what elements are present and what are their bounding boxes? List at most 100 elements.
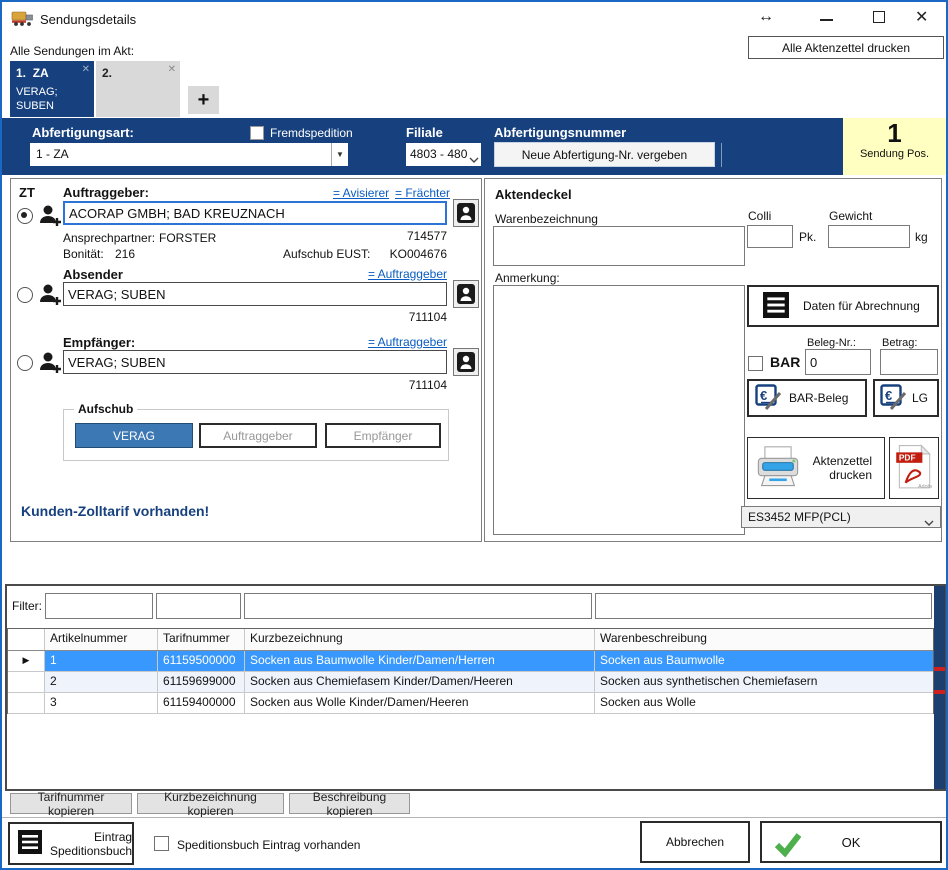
aufschub-empfaenger-button[interactable]: Empfänger — [325, 423, 441, 448]
person-add-icon[interactable] — [37, 281, 63, 312]
header-kurzbezeichnung[interactable]: Kurzbezeichnung — [245, 629, 595, 650]
table-header-row: Artikelnummer Tarifnummer Kurzbezeichnun… — [8, 629, 933, 651]
lg-button[interactable]: € LG — [873, 379, 939, 417]
ansprechpartner-value: FORSTER — [159, 231, 216, 245]
cell-warenbeschreibung[interactable]: Socken aus synthetischen Chemiefasern — [595, 672, 933, 692]
absender-input[interactable] — [63, 282, 447, 306]
svg-text:€: € — [885, 388, 892, 403]
printer-select[interactable]: ES3452 MFP(PCL) — [741, 506, 941, 528]
filter-input-artikelnummer[interactable] — [45, 593, 153, 619]
cell-tarifnummer[interactable]: 61159400000 — [158, 693, 245, 713]
app-truck-icon — [11, 9, 35, 32]
minimize-icon[interactable] — [820, 19, 833, 21]
artikel-grid: Artikelnummer Tarifnummer Kurzbezeichnun… — [7, 628, 934, 714]
bar-beleg-button[interactable]: € BAR-Beleg — [747, 379, 867, 417]
sendungsdetails-window: Sendungsdetails ↔ ✕ Alle Sendungen im Ak… — [0, 0, 948, 870]
neue-abfertigung-nr-button[interactable]: Neue Abfertigung-Nr. vergeben — [494, 142, 715, 167]
gewicht-input[interactable] — [828, 225, 910, 248]
table-scrollbar[interactable] — [934, 586, 945, 789]
print-all-aktenzettel-button[interactable]: Alle Aktenzettel drucken — [748, 36, 944, 59]
filter-input-tarifnummer[interactable] — [156, 593, 241, 619]
shipment-tab-1[interactable]: 1. ZA ✕ VERAG; SUBEN — [10, 61, 94, 117]
tab1-number: 1. — [16, 66, 26, 80]
header-warenbeschreibung[interactable]: Warenbeschreibung — [595, 629, 933, 650]
parties-panel: ZT Auftraggeber: = Avisierer = Frächter … — [10, 178, 482, 542]
table-row[interactable]: 2 61159699000 Socken aus Chemiefasem Kin… — [8, 672, 933, 693]
tab1-line3: SUBEN — [16, 100, 54, 112]
aufschub-verag-button[interactable]: VERAG — [75, 423, 193, 448]
table-row[interactable]: 3 61159400000 Socken aus Wolle Kinder/Da… — [8, 693, 933, 714]
filter-input-warenbeschreibung[interactable] — [595, 593, 932, 619]
cancel-button[interactable]: Abbrechen — [640, 821, 750, 863]
cell-warenbeschreibung[interactable]: Socken aus Baumwolle — [595, 651, 933, 671]
tab-close-icon[interactable]: ✕ — [168, 64, 176, 75]
dropdown-arrow-icon[interactable]: ▼ — [331, 143, 348, 166]
ok-button[interactable]: OK — [760, 821, 942, 863]
speditionsbuch-checkbox[interactable] — [154, 836, 169, 851]
cell-warenbeschreibung[interactable]: Socken aus Wolle — [595, 693, 933, 713]
auftraggeber-label: Auftraggeber: — [63, 185, 149, 200]
add-tab-button[interactable]: + — [188, 86, 219, 114]
filiale-select[interactable]: 4803 - 480 — [406, 143, 481, 166]
betrag-input[interactable] — [880, 349, 938, 375]
colli-input[interactable] — [747, 225, 793, 248]
person-add-icon[interactable] — [37, 202, 63, 233]
anmerkung-textarea[interactable] — [493, 285, 745, 535]
empfaenger-radio[interactable] — [17, 355, 33, 371]
close-icon[interactable]: ✕ — [915, 7, 928, 27]
tab-close-icon[interactable]: ✕ — [82, 64, 90, 75]
sendung-pos-label: Sendung Pos. — [843, 148, 946, 160]
shipment-tab-2[interactable]: 2. ✕ — [96, 61, 180, 117]
contacts-icon[interactable] — [453, 280, 479, 308]
absender-radio[interactable] — [17, 287, 33, 303]
absender-auftraggeber-link[interactable]: = Auftraggeber — [363, 267, 447, 281]
abfertigungsnummer-label: Abfertigungsnummer — [494, 125, 626, 140]
aktenzettel-drucken-button[interactable]: Aktenzettel drucken — [747, 437, 885, 499]
pdf-export-button[interactable]: PDF Adobe — [889, 437, 939, 499]
bar-checkbox[interactable] — [748, 356, 763, 371]
cell-artikelnummer[interactable]: 1 — [45, 651, 158, 671]
empfaenger-input[interactable] — [63, 350, 447, 374]
tarifnummer-kopieren-button[interactable]: Tarifnummer kopieren — [10, 793, 132, 814]
aufschub-auftraggeber-button[interactable]: Auftraggeber — [199, 423, 317, 448]
contacts-icon[interactable] — [453, 348, 479, 376]
artikel-table-section: Filter: Artikelnummer Tarifnummer Kurzbe… — [5, 584, 947, 791]
beschreibung-kopieren-button[interactable]: Beschreibung kopieren — [289, 793, 410, 814]
cell-artikelnummer[interactable]: 2 — [45, 672, 158, 692]
chevron-down-icon — [467, 151, 479, 166]
resize-horizontal-icon[interactable]: ↔ — [758, 8, 774, 26]
header-tarifnummer[interactable]: Tarifnummer — [158, 629, 245, 650]
contacts-icon[interactable] — [453, 199, 479, 227]
cell-kurzbezeichnung[interactable]: Socken aus Chemiefasem Kinder/Damen/Heer… — [245, 672, 595, 692]
table-row[interactable]: ▶ 1 61159500000 Socken aus Baumwolle Kin… — [8, 651, 933, 672]
auftraggeber-input[interactable] — [63, 201, 447, 225]
kg-label: kg — [915, 230, 928, 244]
avisierer-link[interactable]: = Avisierer — [333, 186, 389, 200]
warenbezeichnung-textarea[interactable] — [493, 226, 745, 266]
maximize-icon[interactable] — [873, 11, 885, 23]
cell-tarifnummer[interactable]: 61159500000 — [158, 651, 245, 671]
cell-tarifnummer[interactable]: 61159699000 — [158, 672, 245, 692]
ansprechpartner-label: Ansprechpartner: — [63, 231, 155, 245]
printer-select-value: ES3452 MFP(PCL) — [748, 510, 851, 524]
kurzbezeichnung-kopieren-button[interactable]: Kurzbezeichnung kopieren — [137, 793, 284, 814]
cell-kurzbezeichnung[interactable]: Socken aus Baumwolle Kinder/Damen/Herren — [245, 651, 595, 671]
aufschub-eust-value: KO004676 — [377, 247, 447, 261]
beleg-nr-input[interactable] — [805, 349, 871, 375]
daten-fuer-abrechnung-button[interactable]: Daten für Abrechnung — [747, 285, 939, 327]
scrollbar-mark — [934, 690, 945, 694]
kunden-zolltarif-note: Kunden-Zolltarif vorhanden! — [21, 503, 209, 519]
empfaenger-auftraggeber-link[interactable]: = Auftraggeber — [363, 335, 447, 349]
filter-input-kurzbezeichnung[interactable] — [244, 593, 592, 619]
person-add-icon[interactable] — [37, 349, 63, 380]
auftraggeber-radio[interactable] — [17, 208, 33, 224]
eintrag-speditionsbuch-button[interactable]: Eintrag Speditionsbuch — [8, 822, 134, 865]
cell-artikelnummer[interactable]: 3 — [45, 693, 158, 713]
fraechter-link[interactable]: = Frächter — [395, 186, 450, 200]
header-artikelnummer[interactable]: Artikelnummer — [45, 629, 158, 650]
tab2-number: 2. — [102, 66, 112, 80]
abfertigungsart-select[interactable]: 1 - ZA ▼ — [30, 143, 348, 166]
sendung-pos-panel: 1 Sendung Pos. — [843, 118, 946, 175]
fremdspedition-checkbox[interactable] — [250, 126, 264, 140]
cell-kurzbezeichnung[interactable]: Socken aus Wolle Kinder/Damen/Heeren — [245, 693, 595, 713]
